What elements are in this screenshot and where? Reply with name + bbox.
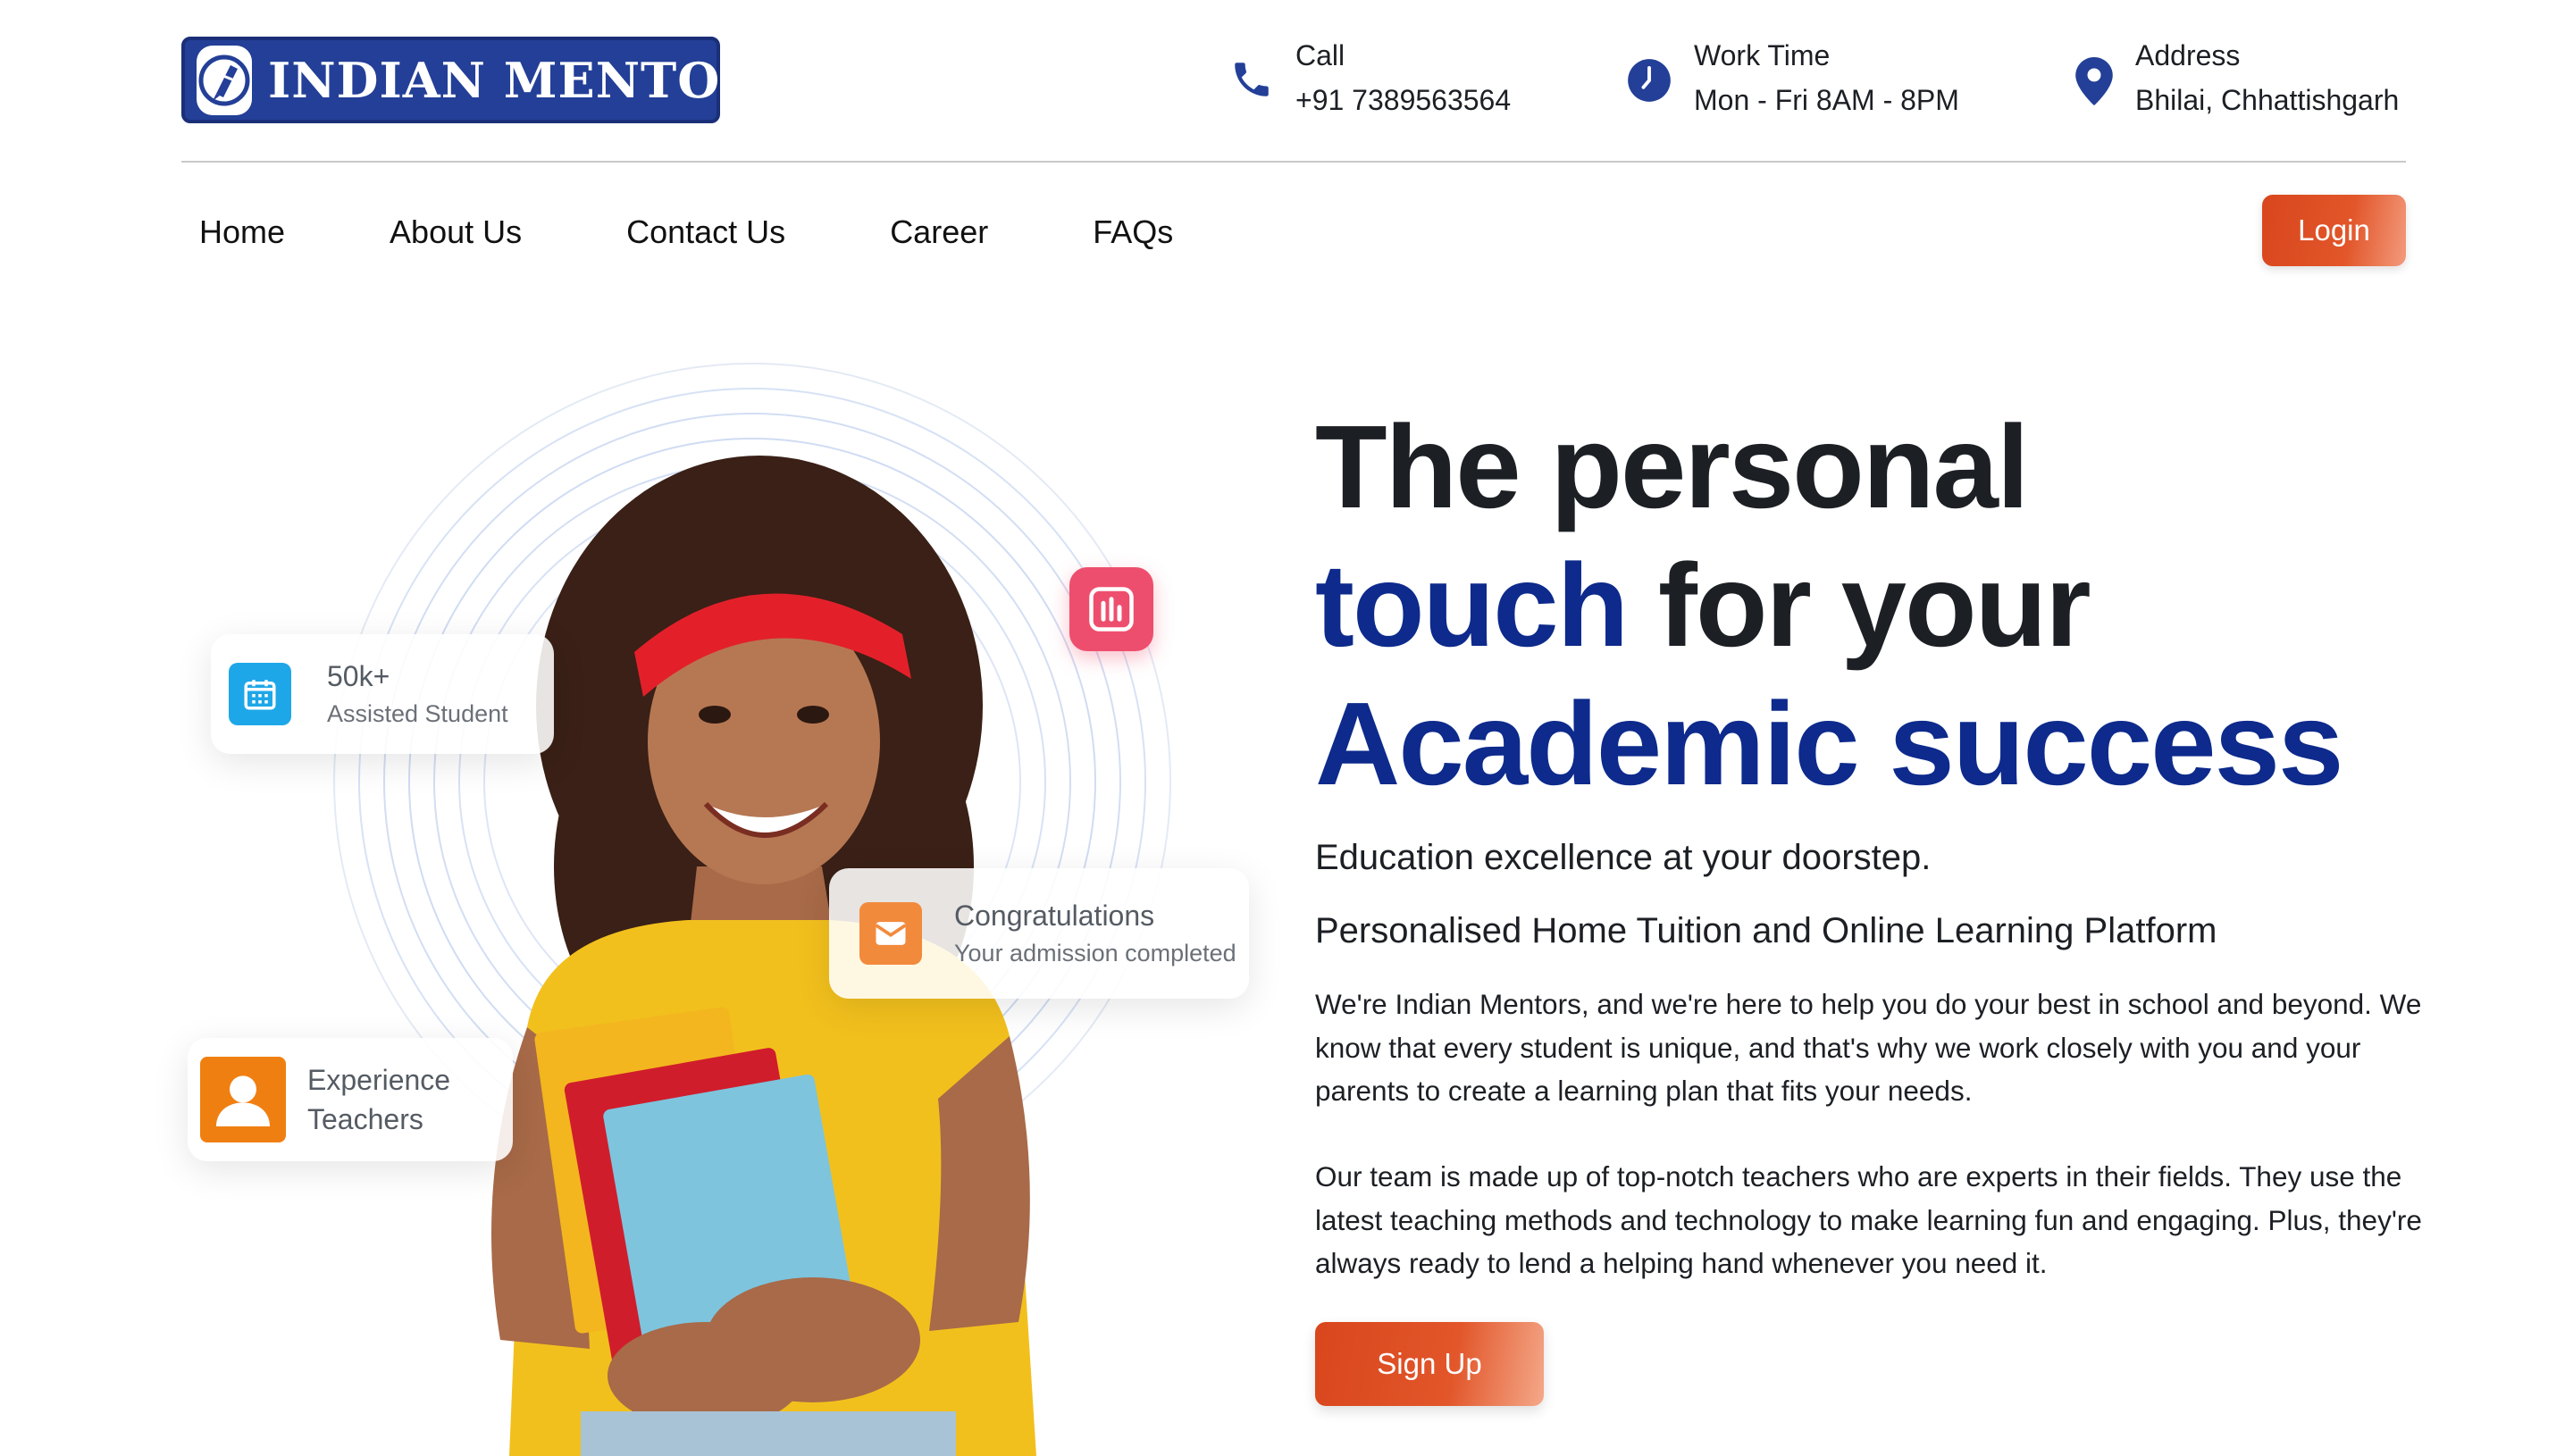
hero-headline-line1: The personal xyxy=(1315,401,2030,532)
hero-paragraph-2: Our team is made up of top-notch teacher… xyxy=(1315,1160,2422,1279)
brand-logo[interactable]: INDIAN MENTORS xyxy=(181,37,796,123)
hero-headline-line3: Academic success xyxy=(1315,678,2343,809)
hero-subtitle: Personalised Home Tuition and Online Lea… xyxy=(1315,911,2217,950)
contact-address-value: Bhilai, Chhattishgarh xyxy=(2135,84,2400,116)
stat-card-congratulations: Congratulations Your admission completed xyxy=(829,868,1249,999)
user-icon xyxy=(200,1057,286,1142)
nav-career[interactable]: Career xyxy=(890,207,988,257)
contact-address-label: Address xyxy=(2135,39,2241,71)
clock-icon xyxy=(1626,57,1672,108)
envelope-icon xyxy=(859,902,922,965)
phone-icon xyxy=(1229,57,1274,106)
bar-chart-icon xyxy=(1069,567,1153,651)
login-button[interactable]: Login xyxy=(2262,195,2406,266)
teachers-line1: Experience xyxy=(307,1064,451,1096)
stat-card-students: 50k+ Assisted Student xyxy=(211,634,554,754)
signup-button[interactable]: Sign Up xyxy=(1315,1322,1544,1406)
contact-call-value[interactable]: +91 7389563564 xyxy=(1295,77,1511,123)
nav-home[interactable]: Home xyxy=(199,207,285,257)
pen-logo-icon xyxy=(197,45,252,115)
hero-headline-highlight: touch xyxy=(1315,540,1629,671)
hero-paragraph-1: We're Indian Mentors, and we're here to … xyxy=(1315,988,2422,1107)
congrats-label: Your admission completed xyxy=(954,940,1236,966)
hero-headline-line2: touch for your xyxy=(1315,539,2091,673)
contact-call-label: Call xyxy=(1295,39,1345,71)
contact-worktime-value: Mon - Fri 8AM - 8PM xyxy=(1694,84,1959,116)
teachers-line2: Teachers xyxy=(307,1103,423,1135)
calendar-icon xyxy=(229,663,291,725)
students-count: 50k+ xyxy=(327,660,390,692)
hero-headline-rest: for your xyxy=(1627,540,2091,671)
contact-call: Call +91 7389563564 xyxy=(1229,34,1511,123)
nav-about-us[interactable]: About Us xyxy=(390,207,522,257)
location-pin-icon xyxy=(2074,57,2114,110)
nav-faqs[interactable]: FAQs xyxy=(1093,207,1173,257)
congrats-title: Congratulations xyxy=(954,900,1155,932)
contact-address: Address Bhilai, Chhattishgarh xyxy=(2074,34,2399,123)
header-divider xyxy=(181,161,2406,163)
contact-worktime: Work Time Mon - Fri 8AM - 8PM xyxy=(1626,34,1959,123)
nav-contact-us[interactable]: Contact Us xyxy=(626,207,785,257)
students-label: Assisted Student xyxy=(327,700,508,727)
brand-name: INDIAN MENTORS xyxy=(268,51,798,109)
main-nav: Home About Us Contact Us Career FAQs xyxy=(199,207,1173,257)
stat-card-teachers: Experience Teachers xyxy=(188,1038,513,1161)
hero-tagline: Education excellence at your doorstep. xyxy=(1315,838,1932,877)
contact-worktime-label: Work Time xyxy=(1694,39,1831,71)
